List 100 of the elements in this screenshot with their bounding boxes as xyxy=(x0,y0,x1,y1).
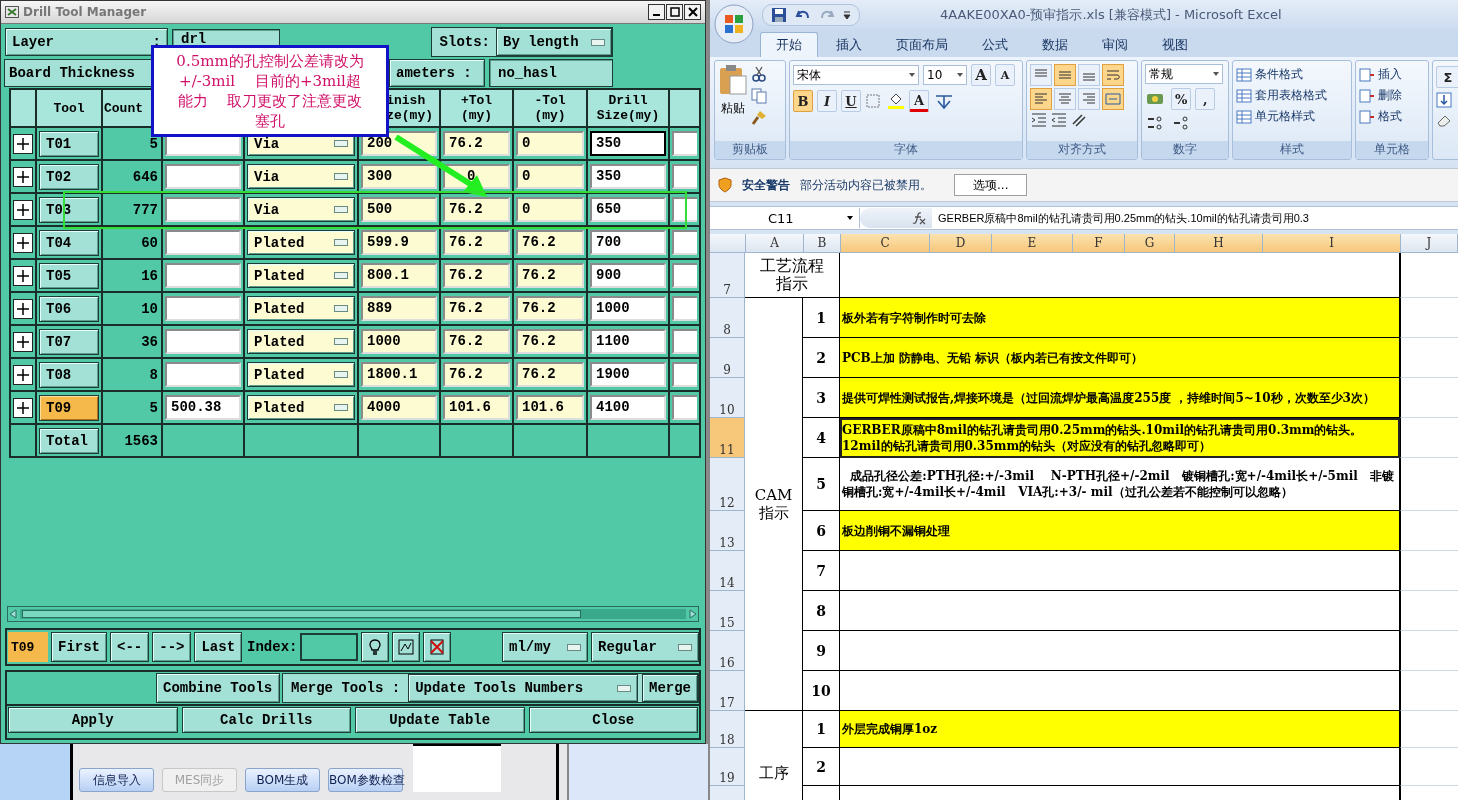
column-header[interactable]: G xyxy=(1125,234,1175,252)
size-field[interactable] xyxy=(165,230,241,255)
instruction-cell[interactable] xyxy=(840,591,1400,631)
size-field[interactable]: 500.38 xyxy=(165,395,241,420)
column-header[interactable]: J xyxy=(1401,234,1458,252)
plus-tolerance-field[interactable]: 76.2 xyxy=(443,263,510,288)
size-field[interactable] xyxy=(165,329,241,354)
drill-size-field[interactable]: 700 xyxy=(590,230,666,255)
number-format-field[interactable]: 常规 xyxy=(1145,64,1223,84)
size-field[interactable] xyxy=(165,263,241,288)
size-field[interactable] xyxy=(165,362,241,387)
expand-button[interactable] xyxy=(13,166,33,187)
align-button[interactable] xyxy=(1102,64,1124,86)
text-field[interactable] xyxy=(672,230,697,255)
text-field[interactable] xyxy=(672,131,697,156)
slots-dropdown[interactable]: By length xyxy=(496,28,612,56)
ribbon-tab[interactable]: 页面布局 xyxy=(880,32,964,57)
expand-button[interactable] xyxy=(13,397,33,418)
maximize-button[interactable] xyxy=(666,4,683,20)
tool-button[interactable]: T05 xyxy=(39,262,99,289)
ribbon-tab[interactable]: 数据 xyxy=(1026,32,1084,57)
action-button[interactable]: Update Table xyxy=(355,707,525,733)
finish-size-field[interactable]: 599.9 xyxy=(361,230,437,255)
phonetic-icon[interactable] xyxy=(933,92,955,110)
size-field[interactable] xyxy=(165,197,241,222)
font-name-field[interactable]: 宋体 xyxy=(793,65,919,85)
table-cell[interactable] xyxy=(840,253,1400,298)
plus-tolerance-field[interactable]: 76.2 xyxy=(443,362,510,387)
align-button[interactable] xyxy=(1102,88,1124,110)
row-header[interactable]: 18 xyxy=(710,711,745,748)
autosum-button[interactable]: Σ xyxy=(1436,66,1458,88)
parameters-field[interactable]: no_hasl xyxy=(489,59,613,87)
type-dropdown[interactable]: Plated xyxy=(247,395,355,420)
drill-size-field[interactable]: 4100 xyxy=(590,395,666,420)
ribbon-tab[interactable]: 视图 xyxy=(1146,32,1204,57)
finish-size-field[interactable]: 889 xyxy=(361,296,437,321)
column-header[interactable]: I xyxy=(1263,234,1401,252)
text-field[interactable] xyxy=(672,362,697,387)
size-field[interactable] xyxy=(165,164,241,189)
percent-button[interactable]: % xyxy=(1171,88,1192,110)
minus-tolerance-field[interactable]: 76.2 xyxy=(516,362,584,387)
graph-button[interactable] xyxy=(392,632,421,662)
column-header[interactable]: H xyxy=(1175,234,1263,252)
font-size-field[interactable]: 10 xyxy=(923,65,967,85)
instruction-cell[interactable]: 外层完成铜厚1oz xyxy=(840,711,1400,748)
text-field[interactable] xyxy=(672,296,697,321)
drill-size-field[interactable]: 1000 xyxy=(590,296,666,321)
finish-size-field[interactable]: 1800.1 xyxy=(361,362,437,387)
plus-tolerance-field[interactable]: 101.6 xyxy=(443,395,510,420)
column-header[interactable]: D xyxy=(930,234,992,252)
fill-bucket-icon[interactable] xyxy=(887,92,905,110)
brush-icon[interactable] xyxy=(751,110,767,126)
text-field[interactable] xyxy=(672,197,697,222)
plus-tolerance-field[interactable]: 76.2 xyxy=(443,329,510,354)
minus-tolerance-field[interactable]: 101.6 xyxy=(516,395,584,420)
instruction-cell[interactable]: GERBER原稿中8mil的钻孔请贵司用0.25mm的钻头.10mil的钻孔请贵司用0.3mm的钻头。12mil的钻孔请贵司用0.35mm的钻头（对应没有的钻孔忽略即可） xyxy=(840,418,1400,458)
action-button[interactable]: Close xyxy=(528,707,698,733)
navigation-button[interactable]: Last xyxy=(194,632,243,662)
finish-size-field[interactable]: 4000 xyxy=(361,395,437,420)
instruction-cell[interactable] xyxy=(840,671,1400,711)
instruction-cell[interactable]: 成品孔径公差:PTH孔径:+/-3mil N-PTH孔径+/-2mil 镀铜槽孔:宽+/-4mil长+/-5mil 非镀铜槽孔:宽+/-4mil长+/-4mil VIA孔:+3/- mil（过孔公差若不能控制可以忽略） xyxy=(840,458,1400,511)
formula-field[interactable]: GERBER原稿中8mil的钻孔请贵司用0.25mm的钻头.10mil的钻孔请贵司用0.3 xyxy=(932,210,1309,226)
index-field[interactable] xyxy=(300,633,359,661)
cells-menu-button[interactable]: 删除 xyxy=(1359,87,1425,104)
tool-button[interactable]: T02 xyxy=(39,163,99,190)
ribbon-tab[interactable]: 公式 xyxy=(966,32,1024,57)
instruction-cell[interactable]: 板外若有字符制作时可去除 xyxy=(840,298,1400,338)
row-header[interactable]: 17 xyxy=(710,671,745,711)
navigation-button[interactable]: <-- xyxy=(110,632,150,662)
drill-size-field[interactable]: 1100 xyxy=(590,329,666,354)
minus-tolerance-field[interactable]: 76.2 xyxy=(516,329,584,354)
cells-menu-button[interactable]: 格式 xyxy=(1359,108,1425,125)
font-style-button[interactable]: I xyxy=(817,90,837,112)
align-button[interactable] xyxy=(1030,64,1052,86)
instruction-cell[interactable]: 提供可焊性测试报告,焊接环境是（过回流焊炉最高温度255度 ，持维时间5~10秒，次数至少3次） xyxy=(840,378,1400,418)
horizontal-scrollbar[interactable] xyxy=(7,606,699,622)
customize-icon[interactable] xyxy=(843,10,851,20)
action-button[interactable]: Apply xyxy=(8,707,178,733)
expand-button[interactable] xyxy=(13,364,33,385)
name-box[interactable]: C11 xyxy=(710,208,860,228)
merge-mode-dropdown[interactable]: Update Tools Numbers xyxy=(408,674,638,702)
drill-size-field[interactable]: 350 xyxy=(590,164,666,189)
app-button[interactable]: 信息导入 xyxy=(79,768,154,792)
row-header[interactable]: 11 xyxy=(710,418,745,458)
row-header[interactable]: 14 xyxy=(710,551,745,591)
tool-button[interactable]: T07 xyxy=(39,328,99,355)
finish-size-field[interactable]: 1000 xyxy=(361,329,437,354)
instruction-cell[interactable]: 板边削铜不漏铜处理 xyxy=(840,511,1400,551)
app-button[interactable]: BOM生成 xyxy=(245,768,320,792)
align-button[interactable] xyxy=(1054,64,1076,86)
styles-menu-button[interactable]: 条件格式 xyxy=(1236,66,1348,83)
minus-tolerance-field[interactable]: 76.2 xyxy=(516,230,584,255)
save-icon[interactable] xyxy=(771,7,787,23)
options-button[interactable]: 选项... xyxy=(954,174,1028,196)
indent-icon[interactable] xyxy=(1030,112,1048,128)
mode-dropdown[interactable]: Regular xyxy=(591,632,699,662)
tool-button[interactable]: T09 xyxy=(39,394,99,421)
type-dropdown[interactable]: Plated xyxy=(247,263,355,288)
expand-button[interactable] xyxy=(13,265,33,286)
type-dropdown[interactable]: Plated xyxy=(247,230,355,255)
